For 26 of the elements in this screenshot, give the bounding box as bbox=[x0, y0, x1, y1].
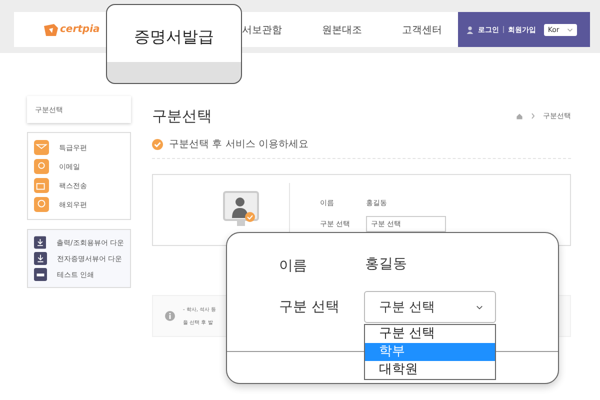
info-icon bbox=[165, 311, 175, 321]
fax-icon bbox=[34, 178, 49, 193]
page-title: 구분선택 bbox=[152, 106, 212, 126]
profile-monitor-icon bbox=[223, 191, 261, 229]
logo-icon bbox=[44, 24, 58, 36]
envelope-icon bbox=[34, 140, 49, 155]
caret-icon bbox=[476, 304, 483, 310]
nav-link[interactable]: 고객센터 bbox=[402, 22, 442, 36]
field-label: 이름 bbox=[279, 257, 307, 275]
home-icon[interactable] bbox=[516, 112, 523, 120]
user-icon bbox=[466, 26, 474, 34]
field-value: 홍길동 bbox=[365, 255, 407, 273]
field-label: 구분 선택 bbox=[279, 298, 340, 316]
magnified-nav-item[interactable]: 증명서발급 bbox=[106, 4, 242, 84]
download-icon bbox=[34, 252, 47, 265]
notice-text: 구분선택 후 서비스 이용하세요 bbox=[169, 138, 309, 151]
nav-link-magnified[interactable]: 증명서발급 bbox=[134, 26, 214, 48]
nav-link[interactable]: 원본대조 bbox=[322, 22, 362, 36]
nav-link[interactable]: 서보관함 bbox=[242, 22, 282, 36]
chevron-icon bbox=[531, 113, 535, 119]
caret-icon bbox=[567, 28, 574, 32]
type-select[interactable]: 구분 선택 bbox=[364, 291, 496, 323]
dropdown-option[interactable]: 구분 선택 bbox=[365, 325, 495, 343]
dropdown-option[interactable]: 대학원 bbox=[365, 361, 495, 379]
check-icon bbox=[152, 138, 163, 150]
download-icon bbox=[34, 236, 46, 249]
